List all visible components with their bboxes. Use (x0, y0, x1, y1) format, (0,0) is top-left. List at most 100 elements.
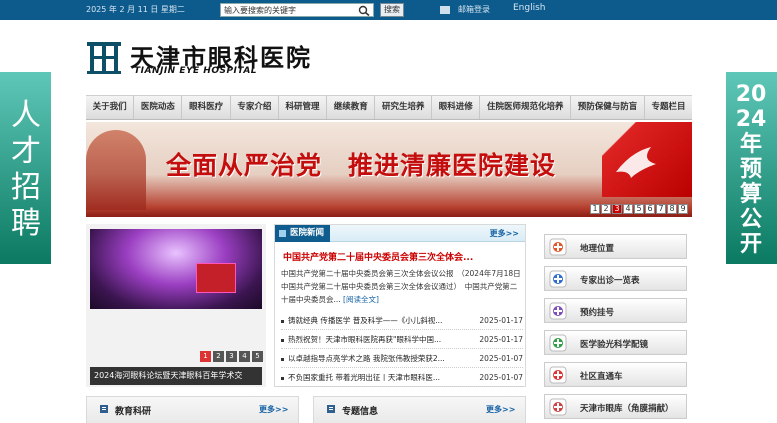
news-header: 医院新闻 更多>> (275, 225, 525, 242)
bullet-icon (281, 338, 284, 342)
main-nav: 关于我们 医院动态 眼科医疗 专家介绍 科研管理 继续教育 研究生培养 眼科进修… (86, 95, 692, 120)
book-icon (327, 405, 335, 413)
news-tab[interactable]: 医院新闻 (275, 225, 331, 242)
hero-slogan: 全面从严治党 推进清廉医院建设 (166, 151, 557, 180)
quick-link-clipboard[interactable]: 预约挂号 (544, 298, 687, 323)
photo-page-button[interactable]: 3 (226, 351, 237, 362)
news-more-link[interactable]: 更多>> (490, 228, 519, 239)
stage-screen (196, 263, 236, 293)
news-item[interactable]: 以卓越指导点亮学术之路 我院张伟教授荣获2... 2025-01-07 (281, 349, 523, 368)
hero-page-button[interactable]: 6 (645, 204, 655, 214)
nav-item-topics[interactable]: 专题栏目 (645, 96, 692, 119)
hero-page-button[interactable]: 5 (634, 204, 644, 214)
news-item[interactable]: 不负国家重托 带着光明出征丨天津市眼科医... 2025-01-07 (281, 368, 523, 387)
quick-link-eye-bank[interactable]: 天津市眼库（角膜捐献） (544, 394, 687, 419)
photo-news: 12345 2024海河眼科论坛暨天津眼科百年学术交 (86, 224, 266, 387)
mail-login-link[interactable]: 邮箱登录 (440, 4, 490, 15)
hero-page-button[interactable]: 4 (623, 204, 633, 214)
news-headline[interactable]: 中国共产党第二十届中央委员会第三次全体会... (283, 250, 519, 263)
nav-item-prevention[interactable]: 预防保健与防盲 (571, 96, 645, 119)
hero-page-button[interactable]: 1 (590, 204, 600, 214)
nav-item-about[interactable]: 关于我们 (86, 96, 135, 119)
news-item-date: 2025-01-07 (479, 354, 523, 363)
news-item-title: 铸就经典 传播医学 普及科学——《小儿斜视... (288, 316, 443, 325)
photo-page-button[interactable]: 2 (213, 351, 224, 362)
news-summary: 中国共产党第二十届中央委员会第三次全体会议公报 （2024年7月18日中国共产党… (281, 267, 521, 306)
special-info-more-link[interactable]: 更多>> (486, 404, 515, 415)
bullet-icon (281, 319, 284, 323)
english-link[interactable]: English (513, 3, 546, 13)
search-button[interactable]: 搜索 (380, 3, 404, 17)
quick-link-label: 地理位置 (580, 244, 615, 254)
nav-item-experts[interactable]: 专家介绍 (231, 96, 279, 119)
quick-links: 地理位置专家出诊一览表预约挂号医学验光科学配镜 社区直通车天津市眼库（角膜捐献） (544, 234, 687, 423)
read-full-link[interactable]: [阅读全文] (343, 295, 379, 304)
search-input[interactable]: 输入要搜索的关键字 (220, 3, 374, 17)
budget-banner-text: 2024年预算公开 (735, 82, 767, 257)
bullet-icon (281, 376, 284, 380)
photo-news-caption[interactable]: 2024海河眼科论坛暨天津眼科百年学术交 (90, 367, 262, 385)
news-list: 铸就经典 传播医学 普及科学——《小儿斜视... 2025-01-17 热烈祝贺！… (281, 311, 523, 387)
edu-research-section: 教育科研 更多>> (86, 396, 299, 423)
quick-link-medical-cross[interactable]: 医学验光科学配镜 (544, 330, 687, 355)
nav-item-education[interactable]: 继续教育 (327, 96, 376, 119)
mail-login-label: 邮箱登录 (458, 5, 490, 14)
medical-cross-icon (549, 334, 567, 352)
hero-page-button[interactable]: 3 (612, 204, 622, 214)
top-bar: 2025 年 2 月 11 日 星期二 输入要搜索的关键字 搜索 邮箱登录 En… (0, 0, 777, 20)
news-summary-text: 中国共产党第二十届中央委员会第三次全体会议公报 （2024年7月18日中国共产党… (281, 269, 521, 304)
quick-link-label: 社区直通车 (580, 372, 623, 382)
hero-page-button[interactable]: 7 (656, 204, 666, 214)
news-item-date: 2025-01-07 (479, 373, 523, 382)
ambulance-icon (549, 366, 567, 384)
doctor-icon (549, 270, 567, 288)
nav-item-training[interactable]: 眼科进修 (432, 96, 481, 119)
hero-page-button[interactable]: 9 (678, 204, 688, 214)
photo-page-button[interactable]: 5 (252, 351, 263, 362)
special-info-title: 专题信息 (342, 407, 379, 417)
hospital-name-en: TIANJIN EYE HOSPITAL (134, 66, 258, 76)
map-pin-icon (549, 238, 567, 256)
clipboard-icon (549, 302, 567, 320)
hero-page-button[interactable]: 8 (667, 204, 677, 214)
hospital-news-panel: 医院新闻 更多>> 中国共产党第二十届中央委员会第三次全体会... 中国共产党第… (274, 224, 526, 387)
news-item-title: 以卓越指导点亮学术之路 我院张伟教授荣获2... (288, 354, 445, 363)
quick-link-label: 预约挂号 (580, 308, 615, 318)
news-item-title: 不负国家重托 带着光明出征丨天津市眼科医... (288, 373, 441, 382)
quick-link-label: 医学验光科学配镜 (580, 340, 649, 350)
nav-item-news[interactable]: 医院动态 (134, 96, 183, 119)
nav-item-medical[interactable]: 眼科医疗 (182, 96, 231, 119)
dove-icon (616, 147, 656, 178)
photo-page-button[interactable]: 4 (239, 351, 250, 362)
book-icon (100, 405, 108, 413)
quick-link-ambulance[interactable]: 社区直通车 (544, 362, 687, 387)
news-item-date: 2025-01-17 (479, 335, 523, 344)
news-item[interactable]: 热烈祝贺！天津市眼科医院再获"眼科学中国... 2025-01-17 (281, 330, 523, 349)
quick-link-doctor[interactable]: 专家出诊一览表 (544, 266, 687, 291)
news-item[interactable]: 铸就经典 传播医学 普及科学——《小儿斜视... 2025-01-17 (281, 311, 523, 330)
photo-pager: 12345 (200, 351, 263, 362)
hospital-logo-icon[interactable] (86, 40, 122, 76)
recruitment-banner[interactable]: 人才招聘 (0, 72, 51, 264)
search-icon[interactable] (358, 5, 370, 16)
current-date: 2025 年 2 月 11 日 星期二 (86, 5, 185, 14)
quick-link-map-pin[interactable]: 地理位置 (544, 234, 687, 259)
hero-banner[interactable]: 全面从严治党 推进清廉医院建设 123456789 (86, 122, 692, 217)
special-info-section: 专题信息 更多>> (313, 396, 526, 423)
nav-item-residency[interactable]: 住院医师规范化培养 (480, 96, 572, 119)
budget-banner[interactable]: 2024年预算公开 (726, 72, 777, 264)
nav-item-research[interactable]: 科研管理 (279, 96, 328, 119)
edu-research-title: 教育科研 (115, 407, 152, 417)
page: 2025 年 2 月 11 日 星期二 输入要搜索的关键字 搜索 邮箱登录 En… (0, 0, 777, 423)
photo-page-button[interactable]: 1 (200, 351, 211, 362)
hero-page-button[interactable]: 2 (601, 204, 611, 214)
news-tab-icon (279, 230, 286, 237)
edu-research-more-link[interactable]: 更多>> (259, 404, 288, 415)
quick-link-label: 天津市眼库（角膜捐献） (580, 404, 674, 414)
photo-news-image[interactable] (90, 229, 262, 309)
eye-bank-icon (549, 398, 567, 416)
nav-item-graduate[interactable]: 研究生培养 (375, 96, 433, 119)
hero-pager: 123456789 (590, 204, 688, 214)
search-placeholder: 输入要搜索的关键字 (224, 6, 296, 15)
news-item-date: 2025-01-17 (479, 316, 523, 325)
